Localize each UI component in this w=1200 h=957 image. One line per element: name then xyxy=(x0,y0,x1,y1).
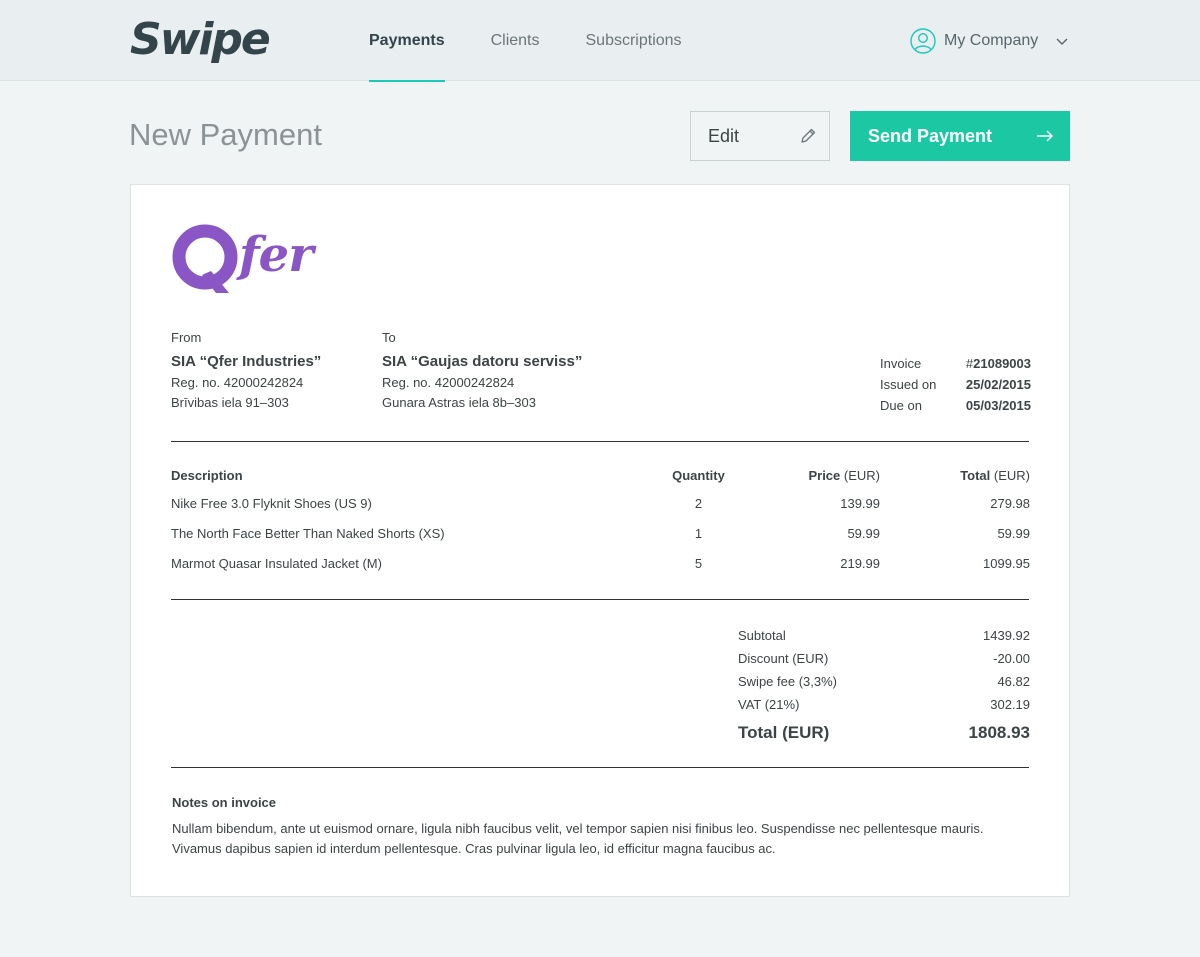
col-total-unit: (EUR) xyxy=(990,468,1030,483)
grand-total-row: Total (EUR) 1808.93 xyxy=(738,717,1030,749)
invoice-number-value: 21089003 xyxy=(973,356,1031,371)
row-quantity: 5 xyxy=(694,556,703,571)
invoice-card: fer From SIA “Qfer Industries” Reg. no. … xyxy=(130,184,1070,897)
due-label: Due on xyxy=(880,398,922,413)
fee-row: Swipe fee (3,3%) 46.82 xyxy=(738,671,1030,694)
discount-label: Discount (EUR) xyxy=(738,651,829,666)
from-reg: Reg. no. 42000242824 xyxy=(171,375,304,390)
divider xyxy=(171,441,1029,442)
invoice-meta: Invoice #21089003 Issued on 25/02/2015 D… xyxy=(880,353,1031,416)
row-description: Nike Free 3.0 Flyknit Shoes (US 9) xyxy=(171,496,372,511)
send-payment-button[interactable]: Send Payment xyxy=(850,111,1070,161)
row-quantity: 2 xyxy=(694,496,703,511)
row-total: 1099.95 xyxy=(983,556,1030,571)
row-total: 59.99 xyxy=(997,526,1030,541)
from-label: From xyxy=(171,330,202,345)
due-value: 05/03/2015 xyxy=(965,398,1031,413)
from-name: SIA “Qfer Industries” xyxy=(171,353,322,370)
edit-button-label: Edit xyxy=(708,125,740,146)
nav-item-payments[interactable]: Payments xyxy=(369,0,445,82)
to-reg: Reg. no. 42000242824 xyxy=(382,375,515,390)
invoice-number-row: Invoice #21089003 xyxy=(880,353,1031,374)
divider xyxy=(171,599,1029,600)
from-party: From SIA “Qfer Industries” Reg. no. 4200… xyxy=(171,330,321,415)
vat-value: 302.19 xyxy=(990,697,1030,712)
grand-total-label: Total (EUR) xyxy=(738,723,830,742)
line-items-table: Description Quantity Price (EUR) Total (… xyxy=(171,465,1030,583)
row-description: Marmot Quasar Insulated Jacket (M) xyxy=(171,556,382,571)
row-price: 139.99 xyxy=(840,496,880,511)
arrow-right-icon xyxy=(1037,130,1053,142)
vat-row: VAT (21%) 302.19 xyxy=(738,694,1030,717)
subtotal-row: Subtotal 1439.92 xyxy=(738,625,1030,648)
user-circle-icon xyxy=(910,28,936,54)
account-name: My Company xyxy=(944,32,1039,49)
discount-value: -20.00 xyxy=(993,651,1030,666)
divider xyxy=(171,767,1029,768)
issued-value: 25/02/2015 xyxy=(965,377,1031,392)
send-payment-label: Send Payment xyxy=(868,125,993,146)
fee-label: Swipe fee (3,3%) xyxy=(738,674,837,689)
col-price-label: Price xyxy=(808,468,841,483)
grand-total-value: 1808.93 xyxy=(968,723,1030,742)
fee-value: 46.82 xyxy=(997,674,1030,689)
to-address: Gunara Astras iela 8b–303 xyxy=(382,395,536,410)
to-party: To SIA “Gaujas datoru serviss” Reg. no. … xyxy=(382,330,582,415)
table-header: Description Quantity Price (EUR) Total (… xyxy=(171,465,1030,493)
qfer-logo-word: fer xyxy=(239,227,313,283)
from-address: Brīvibas iela 91–303 xyxy=(171,395,289,410)
issued-row: Issued on 25/02/2015 xyxy=(880,374,1031,395)
edit-button[interactable]: Edit xyxy=(690,111,830,161)
to-name: SIA “Gaujas datoru serviss” xyxy=(382,353,583,370)
pencil-icon xyxy=(801,128,816,143)
nav-item-clients[interactable]: Clients xyxy=(491,0,540,81)
invoice-notes: Notes on invoice Nullam bibendum, ante u… xyxy=(172,795,1012,859)
top-navigation-bar: Swipe Payments Clients Subscriptions My … xyxy=(0,0,1200,82)
vat-label: VAT (21%) xyxy=(738,697,800,712)
col-price: Price (EUR) xyxy=(751,465,880,493)
issued-label: Issued on xyxy=(880,377,937,392)
row-quantity: 1 xyxy=(694,526,703,541)
chevron-down-icon xyxy=(1056,38,1068,45)
row-total: 279.98 xyxy=(990,496,1030,511)
account-menu[interactable]: My Company xyxy=(910,28,1068,54)
qfer-logo-mark xyxy=(172,224,238,293)
client-logo: fer xyxy=(171,221,313,297)
notes-text: Nullam bibendum, ante ut euismod ornare,… xyxy=(172,821,984,856)
main-nav: Payments Clients Subscriptions xyxy=(369,0,728,82)
invoice-number: #21089003 xyxy=(966,353,1031,374)
col-total: Total (EUR) xyxy=(880,465,1030,493)
col-total-label: Total xyxy=(960,468,991,483)
row-description: The North Face Better Than Naked Shorts … xyxy=(171,526,445,541)
to-label: To xyxy=(382,330,396,345)
subtotal-value: 1439.92 xyxy=(983,628,1030,643)
col-quantity: Quantity xyxy=(672,468,725,483)
table-row: The North Face Better Than Naked Shorts … xyxy=(171,523,1030,553)
table-row: Marmot Quasar Insulated Jacket (M) 5 219… xyxy=(171,553,1030,583)
col-price-unit: (EUR) xyxy=(840,468,880,483)
page-title: New Payment xyxy=(129,117,322,152)
notes-heading: Notes on invoice xyxy=(172,795,277,810)
nav-item-subscriptions[interactable]: Subscriptions xyxy=(586,0,682,81)
col-description: Description xyxy=(171,468,243,483)
discount-row: Discount (EUR) -20.00 xyxy=(738,648,1030,671)
subtotal-label: Subtotal xyxy=(738,628,786,643)
row-price: 219.99 xyxy=(840,556,880,571)
invoice-label: Invoice xyxy=(880,356,922,371)
swipe-logo[interactable]: Swipe xyxy=(130,14,271,65)
totals-summary: Subtotal 1439.92 Discount (EUR) -20.00 S… xyxy=(738,625,1030,749)
row-price: 59.99 xyxy=(847,526,880,541)
due-row: Due on 05/03/2015 xyxy=(880,395,1031,416)
table-row: Nike Free 3.0 Flyknit Shoes (US 9) 2 139… xyxy=(171,493,1030,523)
